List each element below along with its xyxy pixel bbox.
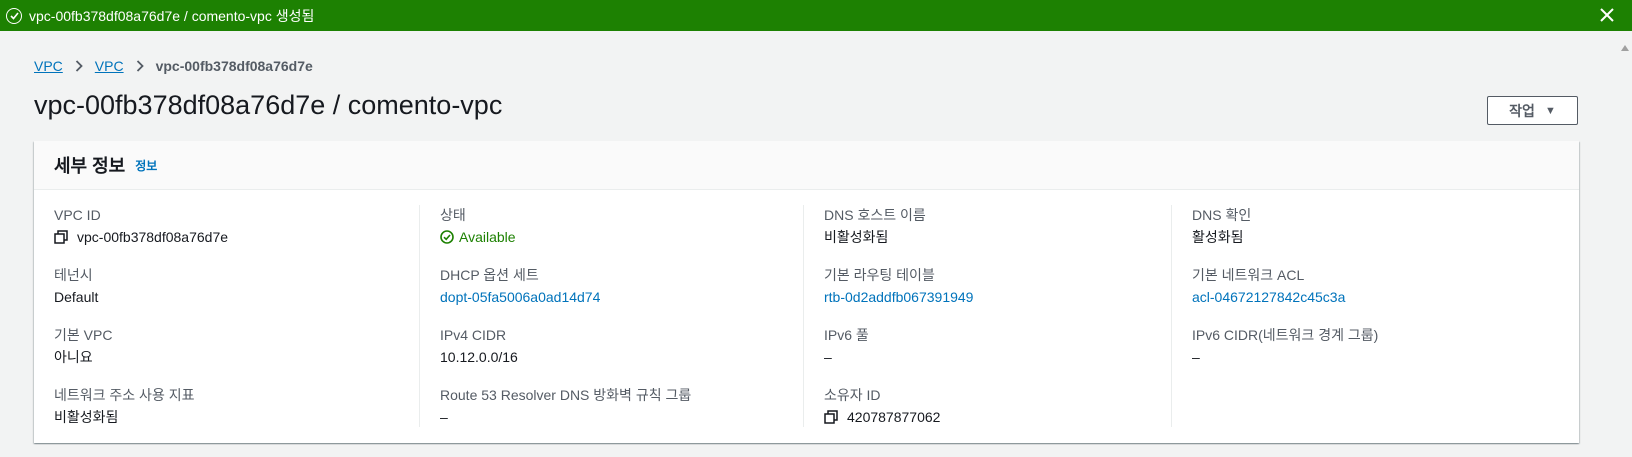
field-route53-resolver-dns-firewall: Route 53 Resolver DNS 방화벽 규칙 그룹 – <box>440 385 803 445</box>
main-route-table-link[interactable]: rtb-0d2addfb067391949 <box>824 287 1171 307</box>
field-value: 비활성화됨 <box>54 409 119 425</box>
details-column-3: DNS 호스트 이름 비활성화됨 기본 라우팅 테이블 rtb-0d2addfb… <box>803 205 1171 427</box>
success-flash-banner: vpc-00fb378df08a76d7e / comento-vpc 생성됨 <box>0 0 1632 31</box>
status-check-icon <box>440 230 454 244</box>
field-label: IPv6 CIDR(네트워크 경계 그룹) <box>1192 327 1379 343</box>
field-tenancy: 테넌시 Default <box>54 265 419 325</box>
scroll-up-arrow-icon[interactable] <box>1621 45 1629 51</box>
breadcrumb-vpc-list-link[interactable]: VPC <box>95 58 124 74</box>
actions-dropdown-button[interactable]: 작업 ▼ <box>1487 96 1578 125</box>
main-network-acl-link[interactable]: acl-04672127842c45c3a <box>1192 287 1571 307</box>
field-dns-hostnames: DNS 호스트 이름 비활성화됨 <box>824 205 1171 265</box>
field-value: 아니요 <box>54 349 93 365</box>
field-ipv6-cidr-network-border-group: IPv6 CIDR(네트워크 경계 그룹) – <box>1192 325 1571 385</box>
field-network-address-usage-metrics: 네트워크 주소 사용 지표 비활성화됨 <box>54 385 419 445</box>
details-column-2: 상태 Available DHCP 옵션 세트 dopt-05fa5006a0a… <box>419 205 803 427</box>
field-label: 기본 네트워크 ACL <box>1192 267 1305 283</box>
field-value: Default <box>54 289 99 305</box>
vertical-scrollbar[interactable] <box>1618 31 1632 457</box>
status-badge: Available <box>459 229 516 245</box>
actions-label: 작업 <box>1509 102 1535 119</box>
field-label: DHCP 옵션 세트 <box>440 267 539 283</box>
field-state: 상태 Available <box>440 205 803 265</box>
field-label: IPv6 풀 <box>824 327 869 343</box>
caret-down-icon: ▼ <box>1544 104 1556 117</box>
field-label: DNS 확인 <box>1192 207 1252 223</box>
field-main-route-table: 기본 라우팅 테이블 rtb-0d2addfb067391949 <box>824 265 1171 325</box>
field-value: – <box>1192 349 1200 365</box>
chevron-right-icon <box>75 60 83 72</box>
field-default-vpc: 기본 VPC 아니요 <box>54 325 419 385</box>
copy-icon[interactable] <box>54 230 68 244</box>
details-panel-header: 세부 정보 정보 <box>34 141 1579 190</box>
details-column-4: DNS 확인 활성화됨 기본 네트워크 ACL acl-04672127842c… <box>1171 205 1571 427</box>
copy-icon[interactable] <box>824 410 838 424</box>
field-label: IPv4 CIDR <box>440 327 507 343</box>
field-label: 소유자 ID <box>824 387 881 403</box>
close-icon[interactable] <box>1596 4 1618 26</box>
field-main-network-acl: 기본 네트워크 ACL acl-04672127842c45c3a <box>1192 265 1571 325</box>
field-label: 네트워크 주소 사용 지표 <box>54 387 195 403</box>
breadcrumb-vpc-link[interactable]: VPC <box>34 58 63 74</box>
field-vpc-id: VPC ID vpc-00fb378df08a76d7e <box>54 205 419 265</box>
field-label: VPC ID <box>54 207 101 223</box>
field-value: 활성화됨 <box>1192 229 1244 245</box>
field-ipv6-pool: IPv6 풀 – <box>824 325 1171 385</box>
field-label: 기본 VPC <box>54 327 113 343</box>
flash-message: vpc-00fb378df08a76d7e / comento-vpc 생성됨 <box>29 7 315 24</box>
details-title: 세부 정보 <box>54 156 126 176</box>
field-label: 테넌시 <box>54 267 93 283</box>
success-check-icon <box>6 7 22 24</box>
field-label: 상태 <box>440 207 466 223</box>
field-value: 비활성화됨 <box>824 229 889 245</box>
details-column-1: VPC ID vpc-00fb378df08a76d7e 테넌시 Default… <box>34 205 419 427</box>
field-value: 420787877062 <box>847 409 941 425</box>
page-title: vpc-00fb378df08a76d7e / comento-vpc <box>34 90 503 120</box>
field-owner-id: 소유자 ID 420787877062 <box>824 385 1171 445</box>
field-dns-resolution: DNS 확인 활성화됨 <box>1192 205 1571 265</box>
field-label: 기본 라우팅 테이블 <box>824 267 935 283</box>
chevron-right-icon <box>136 60 144 72</box>
field-dhcp-option-set: DHCP 옵션 세트 dopt-05fa5006a0ad14d74 <box>440 265 803 325</box>
field-label: DNS 호스트 이름 <box>824 207 926 223</box>
breadcrumb: VPC VPC vpc-00fb378df08a76d7e <box>34 58 313 74</box>
breadcrumb-current: vpc-00fb378df08a76d7e <box>155 58 313 74</box>
field-ipv4-cidr: IPv4 CIDR 10.12.0.0/16 <box>440 325 803 385</box>
field-value: vpc-00fb378df08a76d7e <box>77 229 229 245</box>
field-value: – <box>824 349 832 365</box>
field-value: 10.12.0.0/16 <box>440 349 518 365</box>
field-value: – <box>440 409 448 425</box>
info-link[interactable]: 정보 <box>135 157 157 174</box>
details-panel: 세부 정보 정보 VPC ID vpc-00fb378df08a76d7e 테넌… <box>34 141 1579 443</box>
dhcp-option-set-link[interactable]: dopt-05fa5006a0ad14d74 <box>440 287 803 307</box>
field-label: Route 53 Resolver DNS 방화벽 규칙 그룹 <box>440 387 692 403</box>
